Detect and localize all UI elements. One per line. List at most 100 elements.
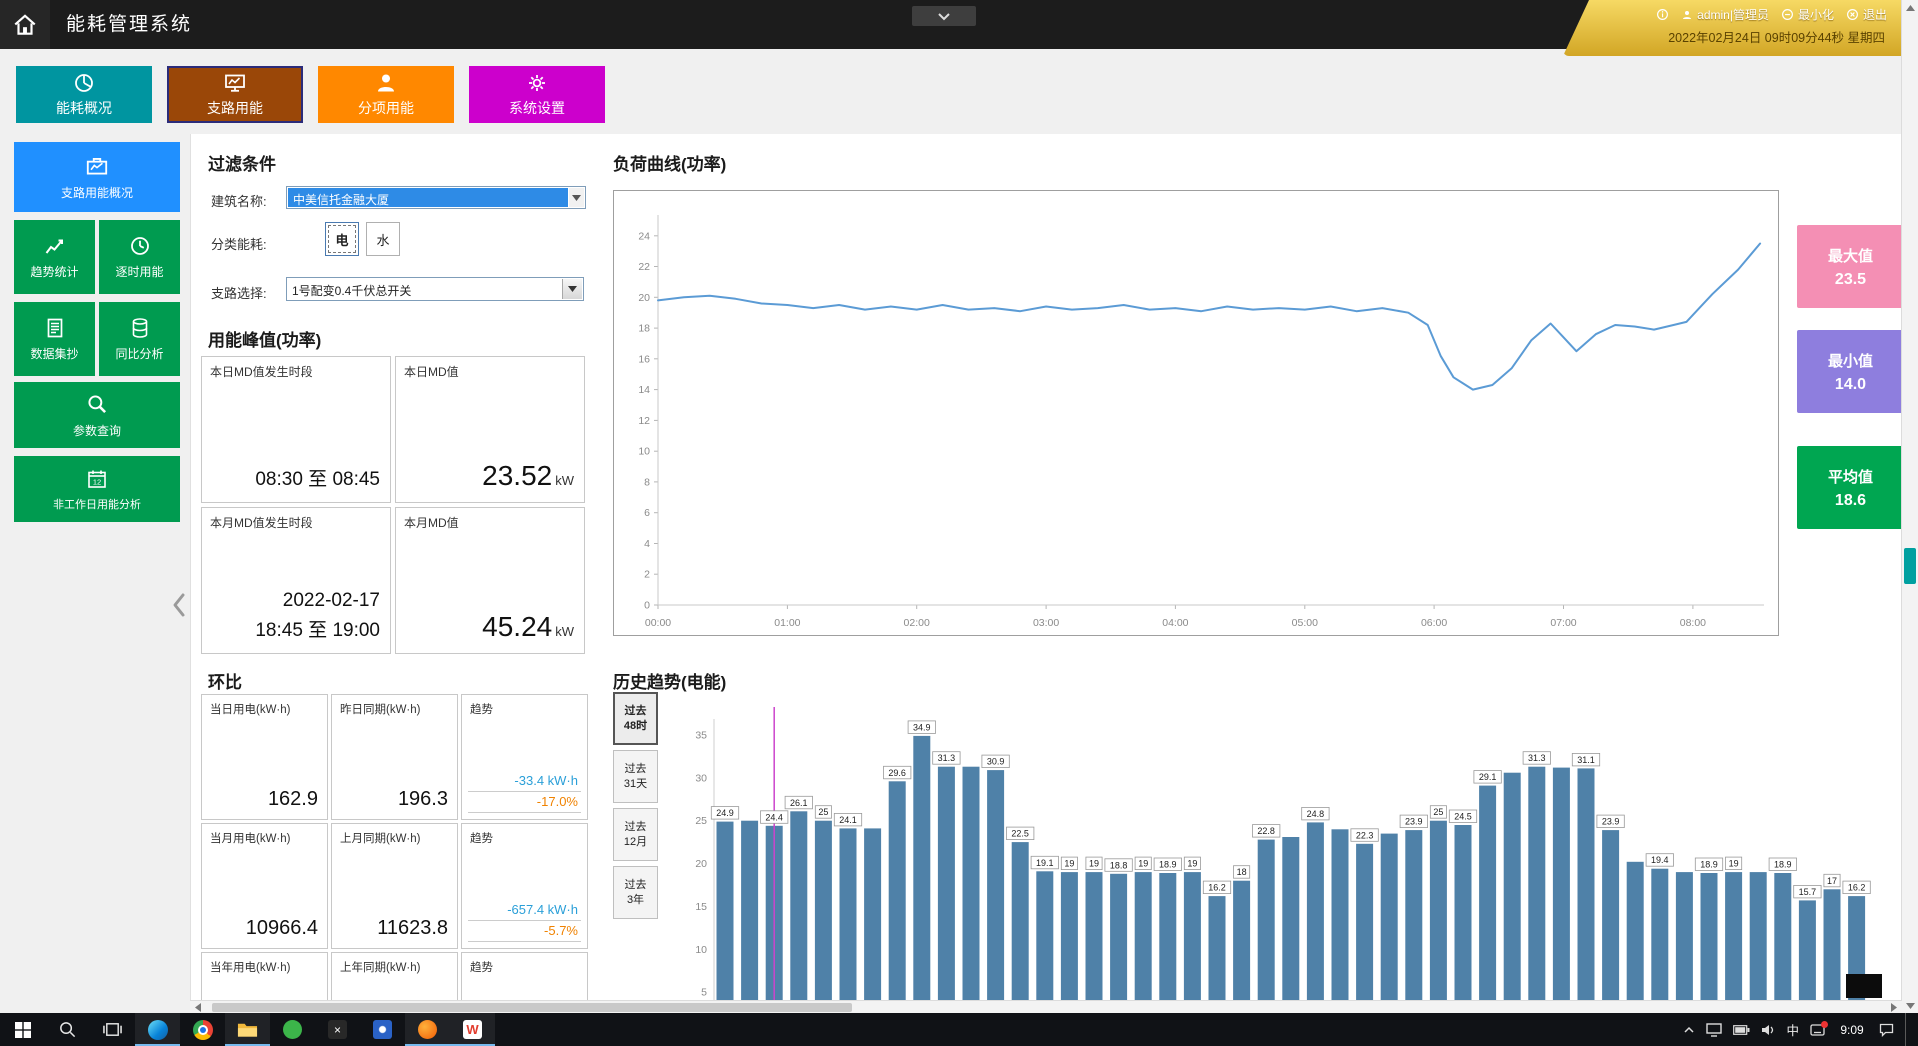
terminal-x-icon: × (328, 1020, 347, 1039)
peak-title: 用能峰值(功率) (208, 326, 321, 351)
user-menu[interactable]: admin|管理员 (1681, 6, 1769, 23)
range-tab-4[interactable]: 过去3年 (613, 866, 658, 919)
gear-icon (525, 71, 549, 95)
sidebar-item-2[interactable]: 趋势统计 (14, 220, 95, 294)
trend-card: 趋势 (461, 952, 588, 1000)
task-view-taskbar-button[interactable] (90, 1013, 135, 1046)
main-tab-3[interactable]: 分项用能 (318, 66, 454, 123)
content-panel: 过滤条件 建筑名称: 中美信托金融大厦 分类能耗: 电水 支路选择: 1号配变0… (190, 134, 1902, 1000)
svg-text:15.7: 15.7 (1799, 887, 1817, 897)
svg-text:18.9: 18.9 (1774, 860, 1792, 870)
blue-app-icon (373, 1020, 392, 1039)
sidebar-item-5[interactable]: 同比分析 (99, 302, 180, 376)
sidebar-item-4[interactable]: 数据集抄 (14, 302, 95, 376)
svg-text:00:00: 00:00 (645, 617, 671, 629)
scroll-down-arrow[interactable] (1902, 998, 1918, 1013)
desktop: 能耗管理系统 admin|管理员 最小化 (0, 0, 1918, 1046)
horizontal-scrollbar[interactable] (190, 1000, 1902, 1013)
svg-text:05:00: 05:00 (1292, 617, 1318, 629)
scroll-up-arrow[interactable] (1902, 0, 1918, 15)
chevron-down-icon (937, 12, 951, 21)
sidebar-collapse-handle[interactable] (172, 592, 186, 623)
input-method-indicator[interactable]: 中 (1786, 1020, 1799, 1039)
card-title: 趋势 (470, 701, 493, 717)
svg-text:24.9: 24.9 (716, 808, 734, 818)
svg-text:18: 18 (638, 323, 650, 335)
card-title: 当日用电(kW·h) (210, 701, 291, 717)
svg-text:19: 19 (1089, 859, 1099, 869)
chrome-taskbar-button[interactable] (180, 1013, 225, 1046)
stat-card-2: 最小值14.0 (1797, 330, 1902, 413)
card-value: 10966.4 (246, 917, 318, 940)
card-title: 当月用电(kW·h) (210, 830, 291, 846)
svg-text:22.8: 22.8 (1257, 826, 1275, 836)
orange-app-taskbar-button[interactable] (405, 1013, 450, 1046)
comment-icon[interactable] (1879, 1023, 1894, 1037)
sidebar-item-7[interactable]: 12非工作日用能分析 (14, 456, 180, 522)
terminal-x-taskbar-button[interactable]: × (315, 1013, 360, 1046)
taskbar-clock[interactable]: 9:09 (1836, 1023, 1868, 1037)
stat-value: 23.5 (1797, 271, 1902, 289)
logout-button[interactable]: 退出 (1846, 6, 1887, 23)
svg-text:16.2: 16.2 (1848, 883, 1866, 893)
main-tab-1[interactable]: 能耗概况 (16, 66, 152, 123)
metric-card: 昨日同期(kW·h)196.3 (331, 694, 458, 820)
sidebar-item-label: 同比分析 (115, 345, 163, 362)
edge-taskbar-button[interactable] (135, 1013, 180, 1046)
explorer-taskbar-button[interactable] (225, 1013, 270, 1046)
dropdown-arrow-icon[interactable] (569, 188, 584, 207)
wps-taskbar-button[interactable]: W (450, 1013, 495, 1046)
svg-text:31.1: 31.1 (1577, 755, 1595, 765)
svg-text:19.1: 19.1 (1036, 858, 1054, 868)
minus-circle-icon (1781, 8, 1794, 21)
range-tab-2[interactable]: 过去31天 (613, 750, 658, 803)
home-button[interactable] (0, 0, 50, 49)
tab-label: 能耗概况 (56, 98, 112, 118)
blue-app-taskbar-button[interactable] (360, 1013, 405, 1046)
dropdown-arrow-icon[interactable] (562, 279, 582, 299)
peak-card: 本月MD值45.24kW (395, 507, 585, 654)
minimize-button[interactable]: 最小化 (1781, 6, 1834, 23)
show-desktop-button[interactable] (1905, 1013, 1912, 1046)
branch-select[interactable]: 1号配变0.4千伏总开关 (286, 277, 584, 301)
green-app-icon (283, 1020, 302, 1039)
user-label: admin|管理员 (1697, 6, 1769, 23)
main-tab-2[interactable]: 支路用能 (167, 66, 303, 123)
horizontal-scroll-thumb[interactable] (212, 1003, 852, 1012)
search-taskbar-button[interactable] (45, 1013, 90, 1046)
green-app-taskbar-button[interactable] (270, 1013, 315, 1046)
svg-text:34.9: 34.9 (913, 722, 931, 732)
vertical-scrollbar[interactable] (1901, 0, 1918, 1013)
close-circle-icon (1846, 8, 1859, 21)
titlebar-dropdown-button[interactable] (912, 6, 976, 26)
vertical-scroll-thumb[interactable] (1904, 548, 1916, 584)
sidebar-item-6[interactable]: 参数查询 (14, 382, 180, 448)
svg-text:8: 8 (644, 476, 650, 488)
battery-icon[interactable] (1733, 1025, 1750, 1035)
sidebar-item-label: 数据集抄 (30, 345, 78, 362)
badge-app-icon[interactable] (1810, 1024, 1825, 1036)
start-taskbar-button[interactable] (0, 1013, 45, 1046)
svg-text:25: 25 (695, 815, 707, 827)
metric-card: 上年同期(kW·h) (331, 952, 458, 1000)
card-title: 本月MD值发生时段 (210, 514, 313, 531)
info-icon[interactable] (1656, 8, 1669, 21)
card-value: 196.3 (398, 788, 448, 811)
card-value: 23.52kW (482, 460, 574, 492)
energy-type-button[interactable]: 水 (366, 222, 400, 256)
main-tab-4[interactable]: 系统设置 (469, 66, 605, 123)
sidebar-item-1[interactable]: 支路用能概况 (14, 142, 180, 212)
building-select[interactable]: 中美信托金融大厦 (286, 186, 586, 209)
range-tab-3[interactable]: 过去12月 (613, 808, 658, 861)
hidden-icons-icon[interactable] (1683, 1026, 1695, 1034)
sidebar-item-3[interactable]: 逐时用能 (99, 220, 180, 294)
range-tab-1[interactable]: 过去48时 (613, 692, 658, 745)
building-label: 建筑名称: (211, 191, 267, 210)
svg-text:20: 20 (638, 292, 650, 304)
volume-icon[interactable] (1761, 1024, 1775, 1036)
app-title: 能耗管理系统 (66, 0, 192, 49)
card-title: 上月同期(kW·h) (340, 830, 421, 846)
energy-type-button[interactable]: 电 (325, 222, 359, 256)
tab-label: 系统设置 (509, 98, 565, 118)
display-icon[interactable] (1706, 1023, 1722, 1037)
